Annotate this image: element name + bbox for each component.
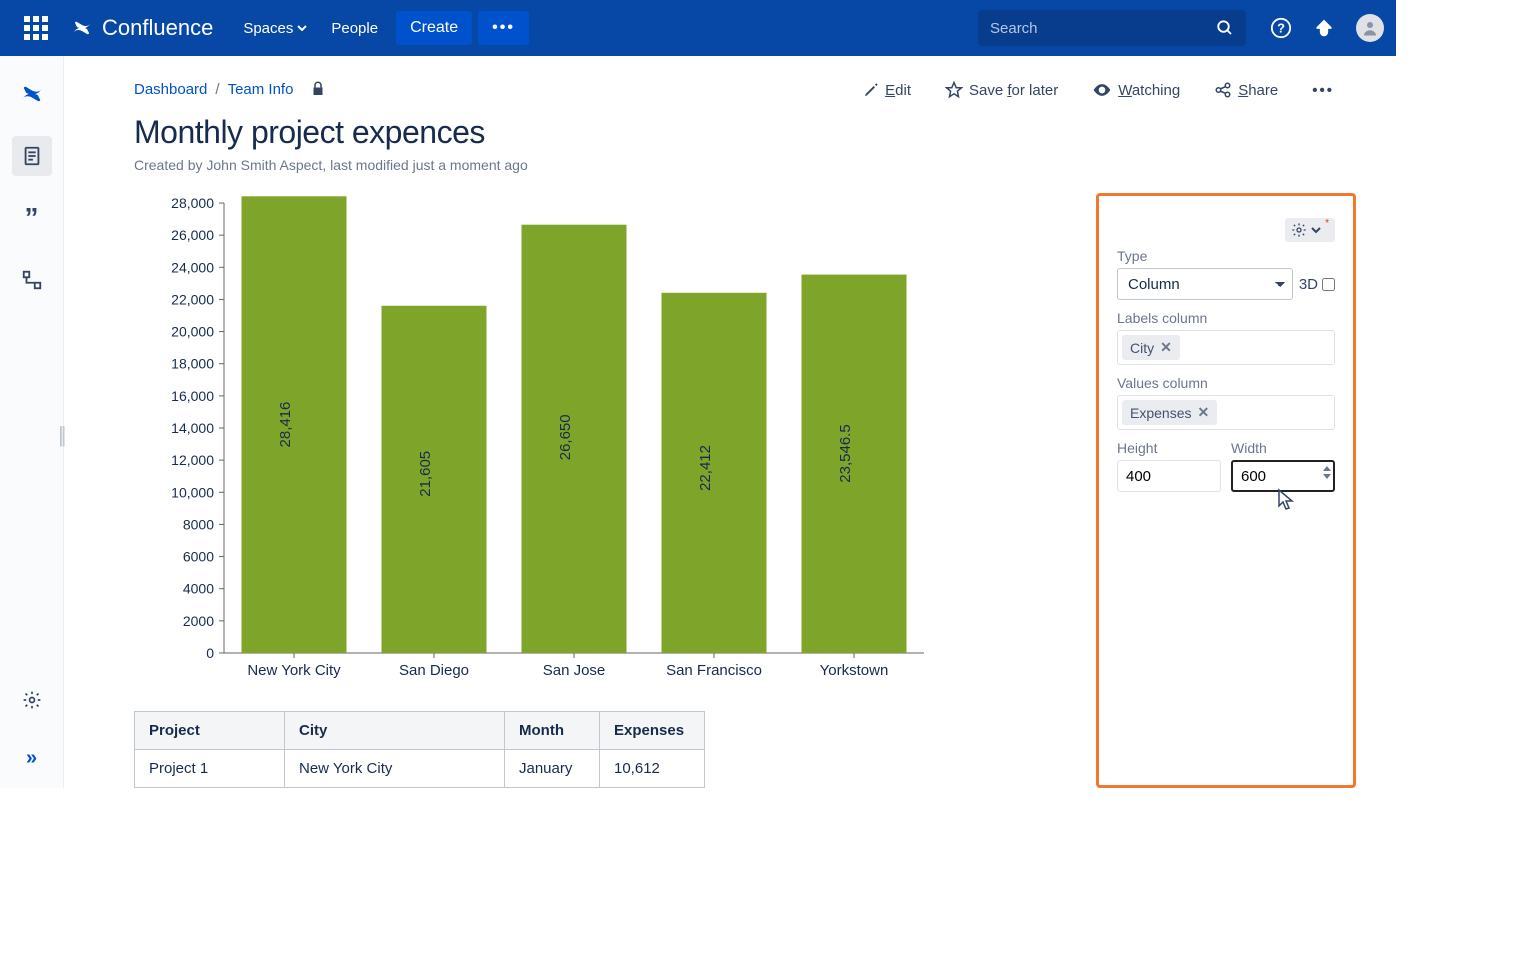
confluence-logo[interactable]: Confluence [70,15,213,41]
search-input[interactable] [990,20,1216,37]
user-avatar[interactable] [1356,14,1384,42]
people-link[interactable]: People [319,12,390,45]
svg-text:16,000: 16,000 [171,388,214,404]
svg-text:14,000: 14,000 [171,420,214,436]
3d-checkbox-label[interactable]: 3D [1299,276,1335,293]
svg-text:18,000: 18,000 [171,356,214,372]
sidebar-expand-icon[interactable]: » [12,738,52,778]
more-actions-button[interactable]: ••• [1312,82,1334,99]
sidebar-tree-icon[interactable] [12,260,52,300]
chevron-down-icon [1311,225,1321,235]
edit-button[interactable]: Edit [863,82,911,99]
svg-text:28,000: 28,000 [171,195,214,211]
apps-icon[interactable] [24,16,48,40]
3d-checkbox[interactable] [1322,278,1335,291]
spaces-menu[interactable]: Spaces [231,12,319,45]
help-icon[interactable]: ? [1270,17,1292,39]
svg-text:22,412: 22,412 [697,445,714,491]
sidebar-pages-icon[interactable] [12,136,52,176]
labels-column-tag: City ✕ [1122,335,1180,360]
main-content: || Dashboard / Team Info Edit Save for l… [64,56,1396,788]
values-column-input[interactable]: Expenses ✕ [1117,395,1335,430]
width-label: Width [1231,440,1335,456]
create-button[interactable]: Create [396,11,472,45]
svg-text:21,605: 21,605 [417,451,434,497]
page-actions: Edit Save for later Watching Share ••• [863,80,1334,100]
svg-text:4000: 4000 [183,581,214,597]
svg-text:2000: 2000 [183,613,214,629]
svg-text:26,650: 26,650 [557,414,574,460]
search-icon [1216,19,1234,37]
top-nav: Confluence Spaces People Create ••• ? [0,0,1396,56]
svg-text:6000: 6000 [183,549,214,565]
svg-text:0: 0 [206,645,214,661]
more-menu-button[interactable]: ••• [478,11,529,45]
left-sidebar: ” » [0,56,64,788]
chart-config-panel: * Type Column 3D Labels column [1096,193,1356,788]
table-row: Project 1New York CityJanuary10,612 [135,750,705,788]
table-header: Expenses [600,712,705,750]
svg-text:?: ? [1277,21,1285,36]
values-column-tag: Expenses ✕ [1122,400,1217,425]
svg-text:12,000: 12,000 [171,452,214,468]
chevron-down-icon [297,25,307,31]
svg-text:20,000: 20,000 [171,324,214,340]
values-column-label: Values column [1117,375,1335,391]
labels-column-input[interactable]: City ✕ [1117,330,1335,365]
sidebar-settings-icon[interactable] [12,680,52,720]
table-header: City [285,712,505,750]
product-name: Confluence [102,15,213,41]
svg-text:23,546.5: 23,546.5 [837,424,854,482]
page-meta: Created by John Smith Aspect, last modif… [134,157,1356,173]
sidebar-blog-icon[interactable]: ” [12,198,52,238]
height-input[interactable] [1117,460,1221,492]
table-header: Project [135,712,285,750]
breadcrumb-space[interactable]: Team Info [228,81,294,98]
sidebar-drag-handle[interactable]: || [58,422,62,442]
svg-text:10,000: 10,000 [171,484,214,500]
star-icon [945,81,963,99]
svg-text:28,416: 28,416 [277,402,294,448]
svg-text:San Diego: San Diego [399,662,469,679]
svg-text:San Jose: San Jose [543,662,606,679]
remove-tag-icon[interactable]: ✕ [1160,339,1172,356]
height-label: Height [1117,440,1221,456]
type-select[interactable]: Column [1117,268,1293,300]
svg-text:8000: 8000 [183,516,214,532]
width-increment[interactable] [1323,466,1331,471]
table-header: Month [505,712,600,750]
labels-column-label: Labels column [1117,310,1335,326]
save-for-later-button[interactable]: Save for later [945,81,1058,99]
lock-icon[interactable] [309,80,327,98]
svg-text:New York City: New York City [247,662,341,679]
notifications-icon[interactable] [1314,18,1334,38]
svg-text:San Francisco: San Francisco [666,662,762,679]
share-icon [1214,81,1232,99]
share-button[interactable]: Share [1214,81,1278,99]
svg-text:26,000: 26,000 [171,227,214,243]
data-table: ProjectCityMonthExpenses Project 1New Yo… [134,711,705,788]
sidebar-space-icon[interactable] [12,74,52,114]
watching-button[interactable]: Watching [1092,80,1180,100]
column-chart: 0 2000 4000 6000 8000 10,000 12,000 14,000 16,00… [134,193,934,693]
mouse-cursor-icon [1277,488,1297,512]
eye-icon [1092,80,1112,100]
search-box[interactable] [978,10,1246,46]
svg-text:24,000: 24,000 [171,259,214,275]
remove-tag-icon[interactable]: ✕ [1197,404,1209,421]
panel-settings-button[interactable]: * [1285,218,1335,242]
breadcrumb-dashboard[interactable]: Dashboard [134,81,207,98]
width-decrement[interactable] [1323,474,1331,479]
svg-text:Yorkstown: Yorkstown [820,662,889,679]
page-title: Monthly project expences [134,114,1356,151]
svg-text:22,000: 22,000 [171,291,214,307]
confluence-icon [70,16,94,40]
pencil-icon [863,82,879,98]
gear-icon [1291,222,1307,238]
type-label: Type [1117,248,1335,264]
